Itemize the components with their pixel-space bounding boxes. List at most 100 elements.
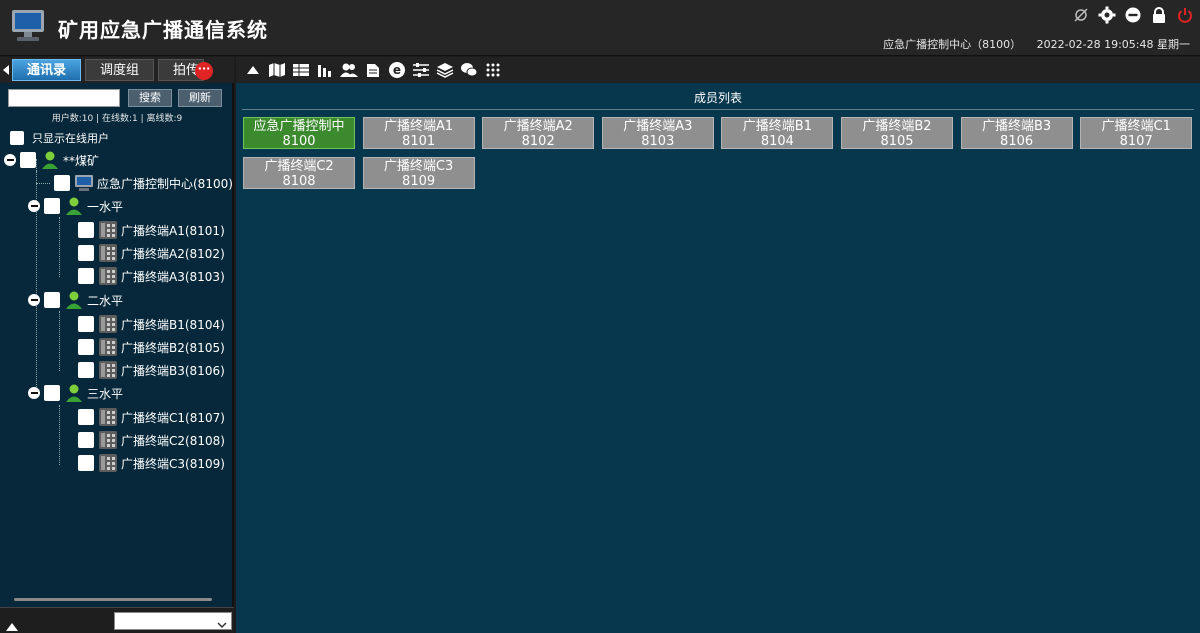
tree-checkbox[interactable] bbox=[44, 198, 60, 214]
more-badge[interactable]: ··· bbox=[195, 62, 214, 80]
power-icon[interactable] bbox=[1176, 6, 1194, 24]
tree-label: 应急广播控制中心(8100) bbox=[97, 176, 233, 191]
member-card[interactable]: 广播终端B3 8106 bbox=[960, 117, 1073, 149]
no-sound-icon[interactable] bbox=[1072, 6, 1090, 24]
member-id: 8107 bbox=[1119, 134, 1153, 149]
tree-checkbox[interactable] bbox=[78, 362, 94, 378]
member-id: 8109 bbox=[402, 174, 436, 189]
gear-icon[interactable] bbox=[1098, 6, 1116, 24]
member-card[interactable]: 广播终端B1 8104 bbox=[721, 117, 834, 149]
left-select-dropdown[interactable] bbox=[114, 612, 232, 630]
lock-icon[interactable] bbox=[1150, 6, 1168, 24]
member-id: 8101 bbox=[402, 134, 436, 149]
arrow-up-icon[interactable] bbox=[244, 61, 262, 79]
online-only-checkbox[interactable] bbox=[10, 131, 24, 145]
tree-label: 广播终端C2(8108) bbox=[121, 433, 225, 448]
member-card[interactable]: 广播终端C3 8109 bbox=[362, 157, 475, 189]
phone-terminal-icon bbox=[98, 430, 118, 450]
sliders-icon[interactable] bbox=[412, 61, 430, 79]
user-group-icon bbox=[64, 383, 84, 403]
online-only-row[interactable]: 只显示在线用户 bbox=[10, 130, 109, 146]
bar-chart-icon[interactable] bbox=[316, 61, 334, 79]
tree-checkbox[interactable] bbox=[78, 245, 94, 261]
member-name: 广播终端C1 bbox=[1101, 119, 1171, 134]
tree-node-level3[interactable]: 三水平 bbox=[28, 382, 123, 404]
tree-checkbox[interactable] bbox=[78, 339, 94, 355]
tab-scroll-left-icon[interactable] bbox=[0, 57, 12, 83]
member-id: 8106 bbox=[1000, 134, 1034, 149]
table-icon[interactable] bbox=[292, 61, 310, 79]
tree-checkbox[interactable] bbox=[78, 268, 94, 284]
header-bar: 矿用应急广播通信系统 应急广播控制中心（8100） 2022-02-28 19:… bbox=[0, 0, 1200, 56]
tree-node-root[interactable]: **煤矿 bbox=[4, 149, 99, 171]
search-button[interactable]: 搜索 bbox=[128, 89, 172, 107]
member-card[interactable]: 广播终端C2 8108 bbox=[243, 157, 355, 189]
search-input[interactable] bbox=[8, 89, 120, 107]
tab-paging[interactable]: 拍传 ··· bbox=[158, 59, 214, 81]
tree-node-terminal[interactable]: 广播终端A2(8102) bbox=[74, 242, 225, 264]
tree-checkbox[interactable] bbox=[54, 175, 70, 191]
tree-checkbox[interactable] bbox=[78, 316, 94, 332]
svg-text:e: e bbox=[393, 63, 401, 77]
member-card[interactable]: 广播终端B2 8105 bbox=[841, 117, 953, 149]
apps-grid-icon[interactable] bbox=[484, 61, 502, 79]
tree-label: 一水平 bbox=[87, 199, 124, 214]
tree-node-terminal[interactable]: 广播终端B1(8104) bbox=[74, 313, 225, 335]
tree-node-terminal[interactable]: 广播终端C3(8109) bbox=[74, 452, 225, 474]
collapse-icon[interactable] bbox=[28, 294, 40, 306]
collapse-icon[interactable] bbox=[28, 200, 40, 212]
members-title: 成员列表 bbox=[693, 91, 742, 105]
phone-terminal-icon bbox=[98, 220, 118, 240]
tree-node-terminal[interactable]: 广播终端A3(8103) bbox=[74, 265, 225, 287]
center-name: 应急广播控制中心（8100） bbox=[883, 38, 1022, 51]
collapse-icon[interactable] bbox=[28, 387, 40, 399]
member-name: 广播终端B3 bbox=[981, 119, 1052, 134]
tree-node-level1[interactable]: 一水平 bbox=[28, 195, 123, 217]
tree-checkbox[interactable] bbox=[44, 385, 60, 401]
tree-node-terminal[interactable]: 广播终端C2(8108) bbox=[74, 429, 225, 451]
browser-icon[interactable]: e bbox=[388, 61, 406, 79]
layers-icon[interactable] bbox=[436, 61, 454, 79]
tree-node-terminal[interactable]: 广播终端C1(8107) bbox=[74, 406, 225, 428]
minimize-icon[interactable] bbox=[1124, 6, 1142, 24]
member-card[interactable]: 应急广播控制中 8100 bbox=[243, 117, 355, 149]
tree-label: 二水平 bbox=[87, 293, 124, 308]
tree-checkbox[interactable] bbox=[78, 432, 94, 448]
member-card[interactable]: 广播终端A3 8103 bbox=[601, 117, 714, 149]
users-icon[interactable] bbox=[340, 61, 358, 79]
member-id: 8102 bbox=[521, 134, 555, 149]
map-icon[interactable] bbox=[268, 61, 286, 79]
collapse-icon[interactable] bbox=[4, 154, 16, 166]
tree-node-level2[interactable]: 二水平 bbox=[28, 289, 123, 311]
member-card[interactable]: 广播终端A1 8101 bbox=[362, 117, 475, 149]
divider bbox=[242, 109, 1194, 110]
tree-node-center[interactable]: 应急广播控制中心(8100) bbox=[50, 172, 233, 194]
member-card[interactable]: 广播终端C1 8107 bbox=[1080, 117, 1193, 149]
member-name: 广播终端B2 bbox=[862, 119, 932, 134]
tree-label: 广播终端A1(8101) bbox=[121, 223, 225, 238]
member-card[interactable]: 广播终端A2 8102 bbox=[482, 117, 595, 149]
user-counts: 用户数:10 | 在线数:1 | 离线数:9 bbox=[51, 114, 183, 124]
member-id: 8100 bbox=[282, 134, 316, 149]
member-name: 广播终端B1 bbox=[742, 119, 812, 134]
tree-label: 广播终端B1(8104) bbox=[121, 317, 225, 332]
member-id: 8103 bbox=[641, 134, 675, 149]
tab-contacts[interactable]: 通讯录 bbox=[12, 59, 82, 81]
main-toolbar: e bbox=[236, 57, 1200, 83]
refresh-button[interactable]: 刷新 bbox=[178, 89, 222, 107]
tree-checkbox[interactable] bbox=[78, 455, 94, 471]
tree-checkbox[interactable] bbox=[78, 409, 94, 425]
tab-dispatch-group[interactable]: 调度组 bbox=[85, 59, 155, 81]
document-icon[interactable] bbox=[364, 61, 382, 79]
tree-node-terminal[interactable]: 广播终端B3(8106) bbox=[74, 359, 225, 381]
tree-node-terminal[interactable]: 广播终端A1(8101) bbox=[74, 219, 225, 241]
search-row: 搜索 刷新 bbox=[8, 89, 222, 107]
left-panel: 通讯录 调度组 拍传 ··· 搜索 刷新 用户数:10 | 在线数:1 | 离线… bbox=[0, 57, 234, 633]
horizontal-scrollbar[interactable] bbox=[14, 598, 212, 601]
tree-node-terminal[interactable]: 广播终端B2(8105) bbox=[74, 336, 225, 358]
tree-checkbox[interactable] bbox=[20, 152, 36, 168]
tree-checkbox[interactable] bbox=[78, 222, 94, 238]
arrow-up-icon[interactable] bbox=[6, 616, 18, 633]
chat-icon[interactable] bbox=[460, 61, 478, 79]
tree-checkbox[interactable] bbox=[44, 292, 60, 308]
